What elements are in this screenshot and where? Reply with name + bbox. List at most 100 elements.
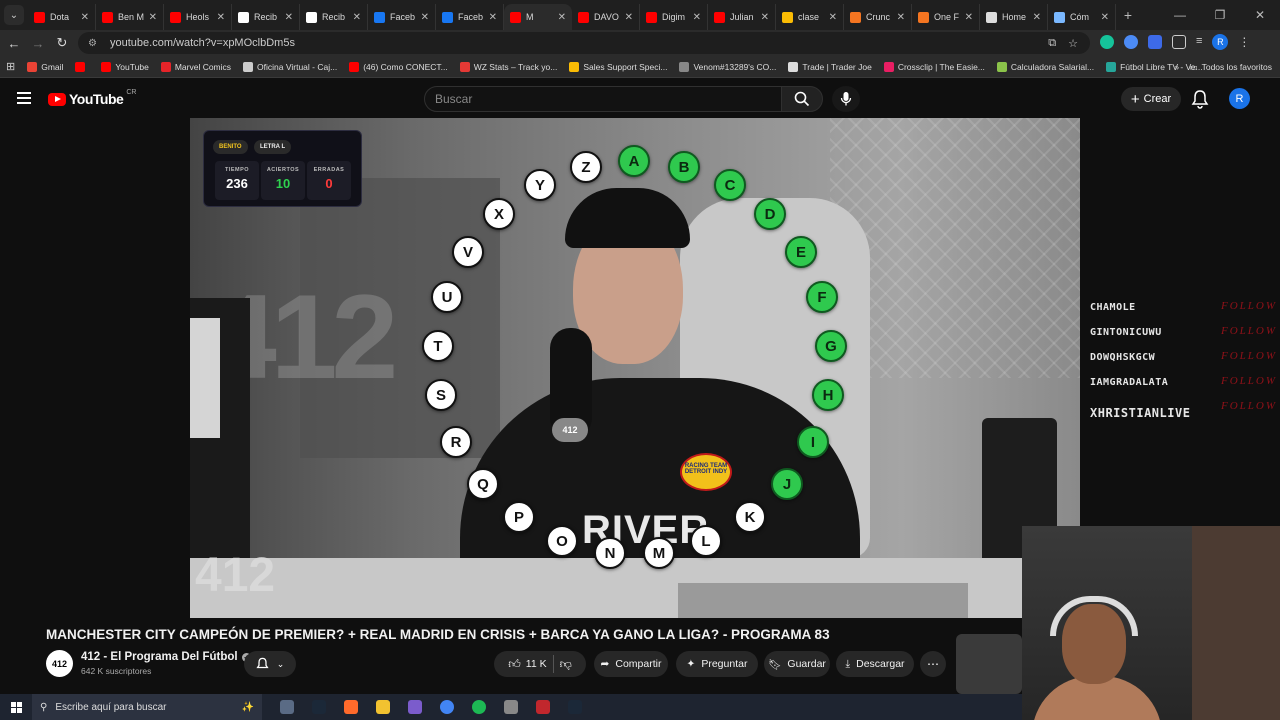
like-button[interactable]: 👍︎ 11 K xyxy=(508,657,546,672)
file-explorer-icon[interactable] xyxy=(376,700,390,714)
browser-tab[interactable]: DAVO ✕ xyxy=(572,4,640,30)
browser-tab[interactable]: Faceb ✕ xyxy=(436,4,504,30)
close-tab-icon[interactable]: ✕ xyxy=(625,12,633,23)
bookmarks-more-button[interactable]: » xyxy=(1174,62,1179,72)
bookmark-item[interactable]: Venom#13289's CO... xyxy=(679,61,776,72)
close-tab-icon[interactable]: ✕ xyxy=(1033,12,1041,23)
puzzle-icon[interactable] xyxy=(1172,35,1186,49)
install-app-icon[interactable]: ⧉ xyxy=(1048,37,1056,50)
notifications-bell-icon[interactable] xyxy=(1191,89,1209,109)
channel-name[interactable]: 412 - El Programa Del Fútbol ✓ xyxy=(81,651,251,663)
close-tab-icon[interactable]: ✕ xyxy=(558,12,566,23)
bookmark-item[interactable] xyxy=(75,61,89,72)
menu-icon[interactable] xyxy=(17,92,31,104)
bookmark-star-icon[interactable]: ☆ xyxy=(1068,37,1078,50)
suggested-video-thumbnail[interactable] xyxy=(956,634,1022,694)
browser-tab[interactable]: Digim ✕ xyxy=(640,4,708,30)
close-tab-icon[interactable]: ✕ xyxy=(81,12,89,23)
steam-icon[interactable] xyxy=(568,700,582,714)
close-tab-icon[interactable]: ✕ xyxy=(1101,12,1109,23)
ask-button[interactable]: ✦ Preguntar xyxy=(676,651,758,677)
tab-label: DAVO xyxy=(594,12,619,22)
account-avatar[interactable]: R xyxy=(1229,88,1250,109)
close-tab-icon[interactable]: ✕ xyxy=(897,12,905,23)
minimize-icon[interactable]: — xyxy=(1160,8,1200,22)
apps-grid-icon[interactable]: ⊞ xyxy=(6,60,15,73)
letter-d-green: D xyxy=(754,198,786,230)
reload-icon[interactable]: ↻ xyxy=(50,35,74,51)
chrome-icon[interactable] xyxy=(440,700,454,714)
bookmark-item[interactable]: Oficina Virtual - Caj... xyxy=(243,61,337,72)
discord-icon[interactable] xyxy=(408,700,422,714)
bookmark-item[interactable]: Sales Support Speci... xyxy=(569,61,667,72)
browser-tab[interactable]: Ben M ✕ xyxy=(96,4,164,30)
save-button[interactable]: 🔖︎ Guardar xyxy=(764,651,830,677)
taskbar-search-input[interactable]: ⚲ Escribe aquí para buscar ✨ xyxy=(32,694,262,720)
browser-tab[interactable]: Dota ✕ xyxy=(28,4,96,30)
close-tab-icon[interactable]: ✕ xyxy=(353,12,361,23)
close-tab-icon[interactable]: ✕ xyxy=(965,12,973,23)
browser-tab[interactable]: clase ✕ xyxy=(776,4,844,30)
app-icon[interactable] xyxy=(536,700,550,714)
extension-icon[interactable] xyxy=(1124,35,1138,49)
dislike-button[interactable]: 👎︎ xyxy=(560,657,572,672)
close-tab-icon[interactable]: ✕ xyxy=(217,12,225,23)
download-button[interactable]: ⤓ Descargar xyxy=(836,651,914,677)
subscription-bell-button[interactable]: ⌄ xyxy=(244,651,296,677)
voice-search-button[interactable] xyxy=(832,86,860,112)
search-input[interactable]: Buscar xyxy=(424,86,782,112)
share-button[interactable]: ➦ Compartir xyxy=(594,651,668,677)
browser-tab[interactable]: Recib ✕ xyxy=(300,4,368,30)
close-tab-icon[interactable]: ✕ xyxy=(761,12,769,23)
bookmark-item[interactable]: WZ Stats – Track yo... xyxy=(459,61,557,72)
browser-menu-icon[interactable]: ⋮ xyxy=(1238,35,1250,49)
extension-badge-icon[interactable] xyxy=(1148,35,1162,49)
new-tab-button[interactable]: + xyxy=(1116,7,1140,23)
browser-tab[interactable]: Heols ✕ xyxy=(164,4,232,30)
forward-icon[interactable]: → xyxy=(26,36,50,51)
steam-icon[interactable] xyxy=(312,700,326,714)
browser-tab[interactable]: M ✕ xyxy=(504,4,572,30)
browser-tab[interactable]: Faceb ✕ xyxy=(368,4,436,30)
browser-tab[interactable]: Cóm ✕ xyxy=(1048,4,1116,30)
browser-tab[interactable]: Julian ✕ xyxy=(708,4,776,30)
tab-search-button[interactable]: ⌄ xyxy=(4,5,24,25)
close-tab-icon[interactable]: ✕ xyxy=(693,12,701,23)
close-window-icon[interactable]: ✕ xyxy=(1240,8,1280,22)
close-tab-icon[interactable]: ✕ xyxy=(829,12,837,23)
youtube-logo[interactable]: YouTube CR xyxy=(48,89,136,107)
close-tab-icon[interactable]: ✕ xyxy=(489,12,497,23)
reading-list-icon[interactable]: ≡ xyxy=(1196,35,1202,49)
search-button[interactable] xyxy=(781,86,823,112)
bookmark-item[interactable]: Gmail xyxy=(27,61,63,72)
spotify-icon[interactable] xyxy=(472,700,486,714)
close-tab-icon[interactable]: ✕ xyxy=(421,12,429,23)
bookmark-item[interactable]: (46) Como CONECT... xyxy=(349,61,448,72)
more-actions-button[interactable]: ⋯ xyxy=(920,651,946,677)
browser-profile-icon[interactable]: R xyxy=(1212,34,1229,50)
back-icon[interactable]: ← xyxy=(2,36,26,51)
app-icon[interactable] xyxy=(504,700,518,714)
bookmark-item[interactable]: Trade | Trader Joe xyxy=(788,61,872,72)
start-button[interactable] xyxy=(0,694,32,720)
close-tab-icon[interactable]: ✕ xyxy=(285,12,293,23)
bookmark-item[interactable]: Marvel Comics xyxy=(160,61,231,72)
browser-tab[interactable]: Recib ✕ xyxy=(232,4,300,30)
browser-tab[interactable]: Crunc ✕ xyxy=(844,4,912,30)
bookmark-item[interactable]: Crossclip | The Easie... xyxy=(883,61,985,72)
grammarly-icon[interactable] xyxy=(1100,35,1114,49)
bookmark-item[interactable]: Calculadora Salarial... xyxy=(996,61,1094,72)
create-button[interactable]: + Crear xyxy=(1121,87,1181,111)
follower-row: CHAMOLE FOLLOW xyxy=(1090,300,1280,318)
close-tab-icon[interactable]: ✕ xyxy=(149,12,157,23)
maximize-icon[interactable]: ❐ xyxy=(1200,8,1240,22)
browser-tab[interactable]: Home ✕ xyxy=(980,4,1048,30)
address-bar[interactable]: ⚙ youtube.com/watch?v=xpMOclbDm5s ⧉ ☆ xyxy=(78,32,1090,54)
task-view-icon[interactable] xyxy=(280,700,294,714)
app-icon[interactable] xyxy=(344,700,358,714)
browser-tab[interactable]: One F ✕ xyxy=(912,4,980,30)
channel-avatar[interactable]: 412 xyxy=(46,650,73,677)
site-info-icon[interactable]: ⚙ xyxy=(88,38,102,49)
bookmark-item[interactable]: YouTube xyxy=(101,61,149,72)
all-favorites-folder[interactable]: ▭ Todos los favoritos xyxy=(1189,62,1272,73)
